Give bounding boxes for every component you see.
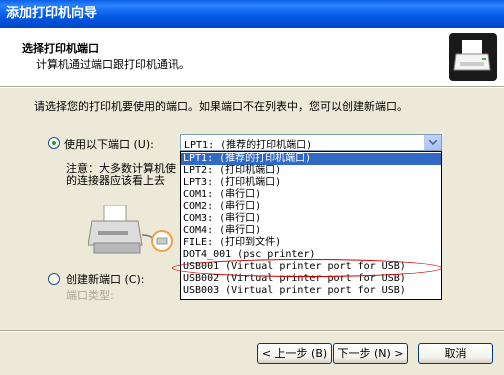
port-dropdown-list[interactable]: LPT1: (推荐的打印机端口) LPT2: (打印机端口) LPT3: (打印… — [180, 151, 442, 300]
use-port-radio[interactable] — [48, 137, 60, 149]
port-type-label: 端口类型: — [66, 289, 114, 302]
cancel-button[interactable]: 取消 — [418, 343, 493, 364]
create-port-radio[interactable] — [48, 273, 60, 285]
use-port-label[interactable]: 使用以下端口 (U): — [64, 136, 154, 152]
dropdown-item[interactable]: LPT3: (打印机端口) — [181, 177, 441, 189]
printer-illustration-icon — [88, 205, 173, 254]
highlight-ellipse — [172, 259, 442, 277]
dropdown-item[interactable]: COM1: (串行口) — [181, 189, 441, 201]
header-divider-highlight — [0, 87, 504, 88]
dropdown-item[interactable]: COM2: (串行口) — [181, 201, 441, 213]
instruction-text: 请选择您的打印机要使用的端口。如果端口不在列表中，您可以创建新端口。 — [34, 100, 408, 113]
note-text: 注意：大多数计算机使 的连接器应该看上去 — [66, 163, 176, 187]
footer-divider-highlight — [0, 331, 504, 332]
dropdown-item[interactable]: LPT2: (打印机端口) — [181, 165, 441, 177]
header-title: 选择打印机端口 — [22, 42, 99, 55]
port-combobox[interactable]: LPT1: (推荐的打印机端口) — [180, 134, 442, 151]
chevron-down-icon — [429, 140, 437, 145]
next-button[interactable]: 下一步 (N) > — [333, 343, 408, 364]
dropdown-item[interactable]: LPT1: (推荐的打印机端口) — [181, 153, 441, 165]
dropdown-item[interactable]: FILE: (打印到文件) — [181, 237, 441, 249]
add-printer-wizard-window: 添加打印机向导 选择打印机端口 计算机通过端口跟打印机通讯。 请选择您的打印机要… — [0, 0, 504, 375]
note-line-2: 的连接器应该看上去 — [66, 174, 165, 187]
dropdown-item[interactable]: COM3: (串行口) — [181, 213, 441, 225]
header-subtitle: 计算机通过端口跟打印机通讯。 — [36, 58, 190, 71]
dropdown-item[interactable]: USB003 (Virtual printer port for USB) — [181, 285, 441, 297]
title-bar[interactable]: 添加打印机向导 — [0, 0, 504, 28]
printer-icon — [449, 33, 497, 81]
combobox-dropdown-button[interactable] — [424, 135, 441, 150]
port-combobox-value: LPT1: (推荐的打印机端口) — [184, 140, 313, 151]
dropdown-item[interactable]: COM4: (串行口) — [181, 225, 441, 237]
wizard-header: 选择打印机端口 计算机通过端口跟打印机通讯。 — [0, 28, 504, 86]
window-title: 添加打印机向导 — [6, 6, 98, 21]
back-button[interactable]: < 上一步 (B) — [257, 343, 332, 364]
create-port-label[interactable]: 创建新端口 (C): — [66, 271, 144, 287]
